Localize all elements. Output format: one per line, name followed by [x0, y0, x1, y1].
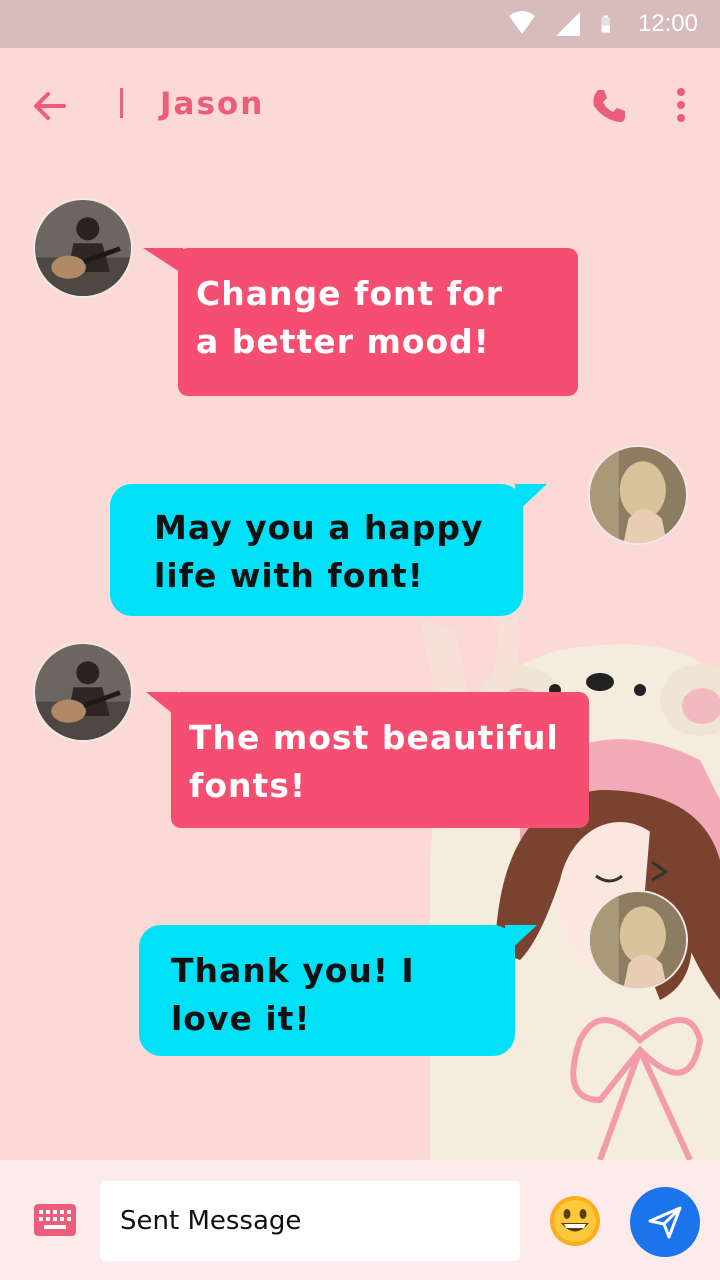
- contact-avatar[interactable]: [33, 642, 133, 742]
- outgoing-message-bubble[interactable]: Thank you! I love it!: [139, 925, 515, 1056]
- keyboard-icon[interactable]: [34, 1204, 76, 1236]
- my-avatar[interactable]: [588, 890, 688, 990]
- message-text-line: The most beautiful: [189, 718, 559, 757]
- boy-with-guitar-image: [35, 200, 131, 296]
- message-text-line: Thank you! I: [171, 951, 415, 990]
- smiley-emoji-icon[interactable]: [548, 1194, 602, 1248]
- wifi-icon: [508, 11, 535, 34]
- message-text-line: life with font!: [154, 556, 424, 595]
- status-time: 12:00: [637, 10, 698, 37]
- composer-bar: [0, 1160, 720, 1280]
- my-avatar[interactable]: [588, 445, 688, 545]
- message-input[interactable]: [100, 1181, 520, 1261]
- signal-icon: [555, 12, 580, 36]
- contact-avatar[interactable]: [33, 198, 133, 298]
- message-text-line: Change font for: [196, 274, 504, 313]
- arrow-left-icon[interactable]: [28, 84, 72, 128]
- conversation-header: Jason: [0, 48, 720, 160]
- phone-icon[interactable]: [586, 84, 630, 128]
- contact-name[interactable]: Jason: [160, 86, 264, 122]
- girl-photo-image: [590, 447, 686, 543]
- message-text-line: fonts!: [189, 766, 306, 805]
- status-bar: 12:00: [0, 0, 720, 48]
- header-divider: [120, 88, 123, 118]
- girl-photo-image: [590, 892, 686, 988]
- incoming-message-bubble[interactable]: Change font for a better mood!: [178, 248, 578, 396]
- bubble-tail: [143, 248, 183, 274]
- battery-icon: [601, 15, 610, 33]
- message-text-line: love it!: [171, 999, 311, 1038]
- incoming-message-bubble[interactable]: The most beautiful fonts!: [171, 692, 589, 828]
- boy-with-guitar-image: [35, 644, 131, 740]
- send-icon: [648, 1206, 682, 1239]
- send-button[interactable]: [630, 1187, 700, 1257]
- outgoing-message-bubble[interactable]: May you a happy life with font!: [110, 484, 523, 616]
- message-text-line: a better mood!: [196, 322, 490, 361]
- message-text-line: May you a happy: [154, 508, 484, 547]
- message-list[interactable]: Change font for a better mood! May you a…: [0, 160, 720, 1160]
- more-vertical-icon[interactable]: [664, 84, 698, 128]
